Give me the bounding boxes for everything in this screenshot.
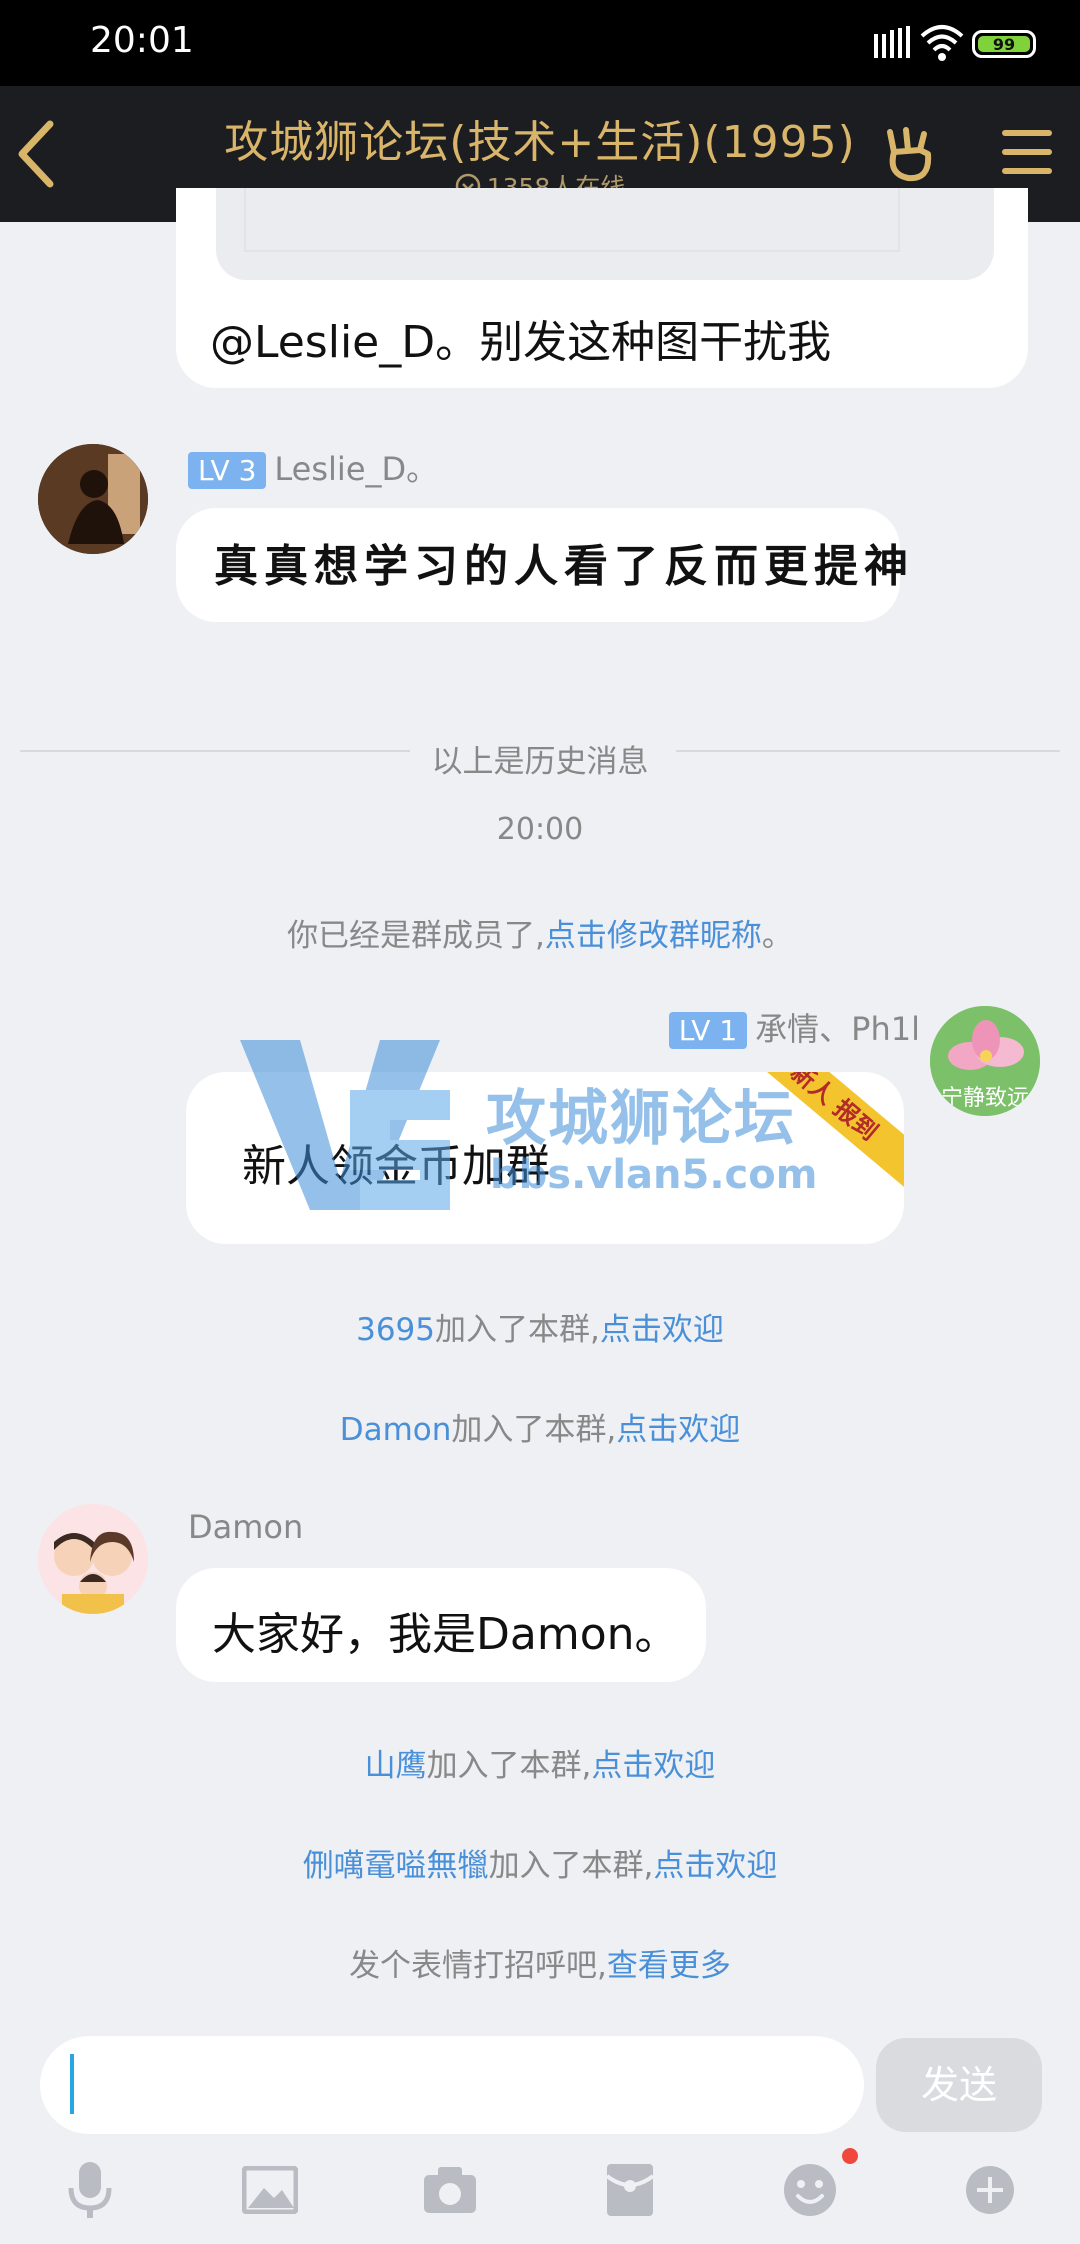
member-notice: 你已经是群成员了,点击修改群昵称。 xyxy=(0,910,1080,955)
welcome-link[interactable]: 点击欢迎 xyxy=(600,1312,724,1348)
member-notice-suffix: 。 xyxy=(761,918,793,954)
mic-icon[interactable] xyxy=(56,2158,124,2222)
join-notice: 侀噧鼋嗌無犣加入了本群,点击欢迎 xyxy=(0,1840,1080,1885)
wifi-icon xyxy=(920,25,964,61)
camera-icon[interactable] xyxy=(416,2158,484,2222)
avatar[interactable]: 宁静致远 xyxy=(930,1006,1040,1116)
sender-info: LV 3 Leslie_D。 xyxy=(188,444,438,490)
edit-nickname-link[interactable]: 点击修改群昵称 xyxy=(545,918,762,954)
image-icon[interactable] xyxy=(236,2158,304,2222)
message-input[interactable] xyxy=(40,2036,864,2134)
send-button[interactable]: 发送 xyxy=(876,2038,1042,2132)
avatar-image xyxy=(38,1504,148,1614)
status-time: 20:01 xyxy=(90,20,194,61)
sender-name: Damon xyxy=(188,1508,304,1546)
welcome-link[interactable]: 点击欢迎 xyxy=(591,1748,715,1784)
message-text: @Leslie_D。别发这种图干扰我 xyxy=(210,317,832,368)
sender-name: Leslie_D。 xyxy=(274,450,439,488)
join-text: 加入了本群, xyxy=(488,1848,654,1884)
avatar[interactable] xyxy=(38,1504,148,1614)
join-text: 加入了本群, xyxy=(426,1748,592,1784)
view-more-link[interactable]: 查看更多 xyxy=(607,1948,731,1984)
join-user[interactable]: Damon xyxy=(340,1412,452,1448)
sender-name: 承情、Ph1l xyxy=(755,1010,920,1048)
timestamp: 20:00 xyxy=(496,812,584,847)
emoji-hint: 发个表情打招呼吧,查看更多 xyxy=(0,1940,1080,1985)
join-notice: Damon加入了本群,点击欢迎 xyxy=(0,1404,1080,1449)
join-text: 加入了本群, xyxy=(451,1412,617,1448)
hand-gesture-icon[interactable] xyxy=(880,124,940,184)
text-caret xyxy=(70,2054,74,2114)
join-text: 加入了本群, xyxy=(435,1312,600,1348)
message-text: 大家好，我是Damon。 xyxy=(212,1609,679,1660)
battery-level: 99 xyxy=(978,35,1030,54)
join-notice: 山鹰加入了本群,点击欢迎 xyxy=(0,1740,1080,1785)
emoji-hint-text: 发个表情打招呼吧, xyxy=(349,1948,607,1984)
emoji-icon[interactable] xyxy=(776,2158,844,2222)
avatar-caption: 宁静致远 xyxy=(940,1086,1029,1111)
avatar[interactable] xyxy=(38,444,148,554)
level-badge: LV 3 xyxy=(188,452,267,489)
notification-dot xyxy=(842,2148,858,2164)
history-label: 以上是历史消息 xyxy=(431,744,649,780)
message-text: 真真想学习的人看了反而更提神 xyxy=(214,541,914,592)
menu-icon[interactable] xyxy=(1000,128,1054,176)
plus-icon[interactable] xyxy=(956,2158,1024,2222)
message-text: 新人领金币加群 xyxy=(242,1141,550,1192)
join-notice: 3695加入了本群,点击欢迎 xyxy=(0,1304,1080,1349)
join-user[interactable]: 侀噧鼋嗌無犣 xyxy=(303,1848,489,1884)
newcomer-badge: 新人 报到 xyxy=(736,1072,904,1189)
join-user[interactable]: 山鹰 xyxy=(365,1748,427,1784)
avatar-image xyxy=(38,444,148,554)
quoted-image-frame xyxy=(244,188,900,252)
signal-icon xyxy=(874,26,910,58)
welcome-link[interactable]: 点击欢迎 xyxy=(616,1412,740,1448)
welcome-link[interactable]: 点击欢迎 xyxy=(653,1848,777,1884)
join-user[interactable]: 3695 xyxy=(356,1312,435,1348)
battery-icon: 99 xyxy=(972,30,1036,58)
sender-info: LV 1 承情、Ph1l xyxy=(668,1004,920,1050)
redpacket-icon[interactable] xyxy=(596,2158,664,2222)
level-badge: LV 1 xyxy=(668,1012,748,1049)
member-notice-text: 你已经是群成员了, xyxy=(287,918,545,954)
